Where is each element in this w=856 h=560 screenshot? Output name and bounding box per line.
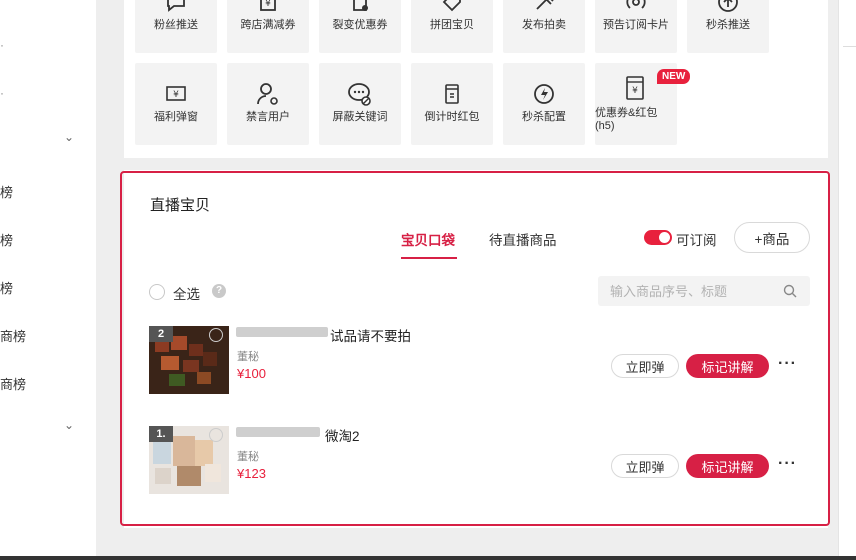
tool-preview-card[interactable]: 预告订阅卡片 bbox=[595, 0, 677, 53]
tool-label: 粉丝推送 bbox=[154, 19, 198, 31]
product-price: ¥123 bbox=[237, 466, 266, 481]
gavel-icon bbox=[503, 0, 585, 15]
tool-mute-user[interactable]: 禁言用户 bbox=[227, 63, 309, 145]
sidebar-item-rank[interactable]: 商榜 bbox=[0, 326, 26, 345]
broadcast-icon bbox=[595, 0, 677, 15]
more-options-icon[interactable]: ··· bbox=[778, 455, 797, 473]
tool-flash-sale-push[interactable]: 秒杀推送 bbox=[687, 0, 769, 53]
tool-block-keyword[interactable]: 屏蔽关键词 bbox=[319, 63, 401, 145]
product-index: 2 bbox=[149, 326, 173, 342]
tool-label: 优惠券&红包(h5) bbox=[595, 107, 658, 132]
tool-label: 发布拍卖 bbox=[522, 19, 566, 31]
product-title: 微淘2 bbox=[325, 429, 360, 444]
coupon-icon: ¥ bbox=[227, 0, 309, 15]
mark-explain-button[interactable]: 标记讲解 bbox=[686, 354, 769, 378]
search-box bbox=[598, 276, 810, 306]
more-options-icon[interactable]: ··· bbox=[778, 355, 797, 373]
sidebar-fragment: · bbox=[0, 38, 4, 52]
tab-pending-items[interactable]: 待直播商品 bbox=[489, 229, 557, 249]
tool-label: 预告订阅卡片 bbox=[603, 19, 669, 31]
tool-label: 禁言用户 bbox=[246, 111, 290, 123]
right-panel-edge bbox=[838, 0, 856, 560]
mark-explain-button[interactable]: 标记讲解 bbox=[686, 454, 769, 478]
select-all-label: 全选 bbox=[173, 287, 200, 302]
redacted-text bbox=[236, 427, 320, 437]
tool-fans-push[interactable]: 粉丝推送 bbox=[135, 0, 217, 53]
tab-item-pocket[interactable]: 宝贝口袋 bbox=[401, 229, 455, 249]
panel-title: 直播宝贝 bbox=[150, 197, 211, 214]
chevron-down-icon[interactable]: ⌄ bbox=[64, 130, 74, 144]
fission-coupon-icon bbox=[319, 0, 401, 15]
tool-label: 秒杀配置 bbox=[522, 111, 566, 123]
sidebar-item-rank[interactable]: 商榜 bbox=[0, 374, 26, 393]
sidebar-item-rank[interactable]: 榜 bbox=[0, 182, 13, 201]
tool-fission-coupon[interactable]: 裂变优惠券 bbox=[319, 0, 401, 53]
pop-up-now-button[interactable]: 立即弹 bbox=[611, 454, 679, 478]
tool-welfare-popup[interactable]: ¥ 福利弹窗 bbox=[135, 63, 217, 145]
product-title: 试品请不要拍 bbox=[330, 329, 411, 344]
redacted-text bbox=[236, 327, 328, 337]
tool-label: 拼团宝贝 bbox=[430, 19, 474, 31]
product-subtitle: 董秘 bbox=[237, 351, 259, 363]
tool-countdown-red-envelope[interactable]: 倒计时红包 bbox=[411, 63, 493, 145]
product-subtitle: 董秘 bbox=[237, 451, 259, 463]
search-input[interactable] bbox=[610, 276, 780, 306]
tool-label: 秒杀推送 bbox=[706, 19, 750, 31]
sidebar-item-rank[interactable]: 榜 bbox=[0, 278, 13, 297]
window-bottom-edge bbox=[0, 556, 856, 560]
tool-auction[interactable]: 发布拍卖 bbox=[503, 0, 585, 53]
product-price: ¥100 bbox=[237, 366, 266, 381]
tool-group-buy[interactable]: 拼团宝贝 bbox=[411, 0, 493, 53]
sidebar-fragment: · bbox=[0, 86, 4, 100]
countdown-envelope-icon bbox=[411, 81, 493, 107]
tools-panel: 粉丝推送 ¥ 跨店满减券 裂变优惠券 拼团宝贝 发布拍卖 预告订阅卡片 秒杀推送… bbox=[124, 0, 828, 158]
tool-label: 倒计时红包 bbox=[424, 111, 480, 123]
tool-flash-sale-config[interactable]: 秒杀配置 bbox=[503, 63, 585, 145]
chevron-down-icon[interactable]: ⌄ bbox=[64, 418, 74, 432]
tool-label: 跨店满减券 bbox=[240, 19, 296, 31]
left-sidebar: · · ⌄ 榜 榜 榜 商榜 商榜 ⌄ bbox=[0, 0, 96, 560]
svg-text:¥: ¥ bbox=[632, 86, 638, 96]
upload-arrow-icon bbox=[687, 0, 769, 15]
tool-label: 屏蔽关键词 bbox=[332, 111, 388, 123]
tool-label: 福利弹窗 bbox=[154, 111, 198, 123]
subscribe-toggle[interactable] bbox=[644, 230, 672, 245]
popup-yen-icon: ¥ bbox=[135, 81, 217, 107]
add-product-button[interactable]: +商品 bbox=[734, 222, 810, 253]
svg-text:¥: ¥ bbox=[265, 0, 271, 9]
help-icon[interactable]: ? bbox=[212, 284, 226, 298]
product-checkbox[interactable] bbox=[209, 328, 223, 342]
active-tab-indicator bbox=[401, 257, 457, 259]
chat-bubble-icon bbox=[135, 0, 217, 15]
block-keyword-icon bbox=[319, 81, 401, 107]
tool-coupon-red-envelope-h5[interactable]: ¥ 优惠券&红包(h5) NEW bbox=[595, 63, 691, 145]
lightning-icon bbox=[503, 81, 585, 107]
sidebar-item-rank[interactable]: 榜 bbox=[0, 230, 13, 249]
svg-text:¥: ¥ bbox=[173, 90, 179, 100]
tool-cross-store-coupon[interactable]: ¥ 跨店满减券 bbox=[227, 0, 309, 53]
search-icon[interactable] bbox=[783, 284, 797, 303]
tag-icon bbox=[411, 0, 493, 15]
subscribe-label: 可订阅 bbox=[676, 233, 717, 248]
new-badge: NEW bbox=[657, 69, 691, 84]
product-checkbox[interactable] bbox=[209, 428, 223, 442]
select-all-checkbox[interactable] bbox=[149, 284, 165, 300]
pop-up-now-button[interactable]: 立即弹 bbox=[611, 354, 679, 378]
tool-label: 裂变优惠券 bbox=[332, 19, 388, 31]
mute-user-icon bbox=[227, 81, 309, 107]
product-index: 1. bbox=[149, 426, 173, 442]
